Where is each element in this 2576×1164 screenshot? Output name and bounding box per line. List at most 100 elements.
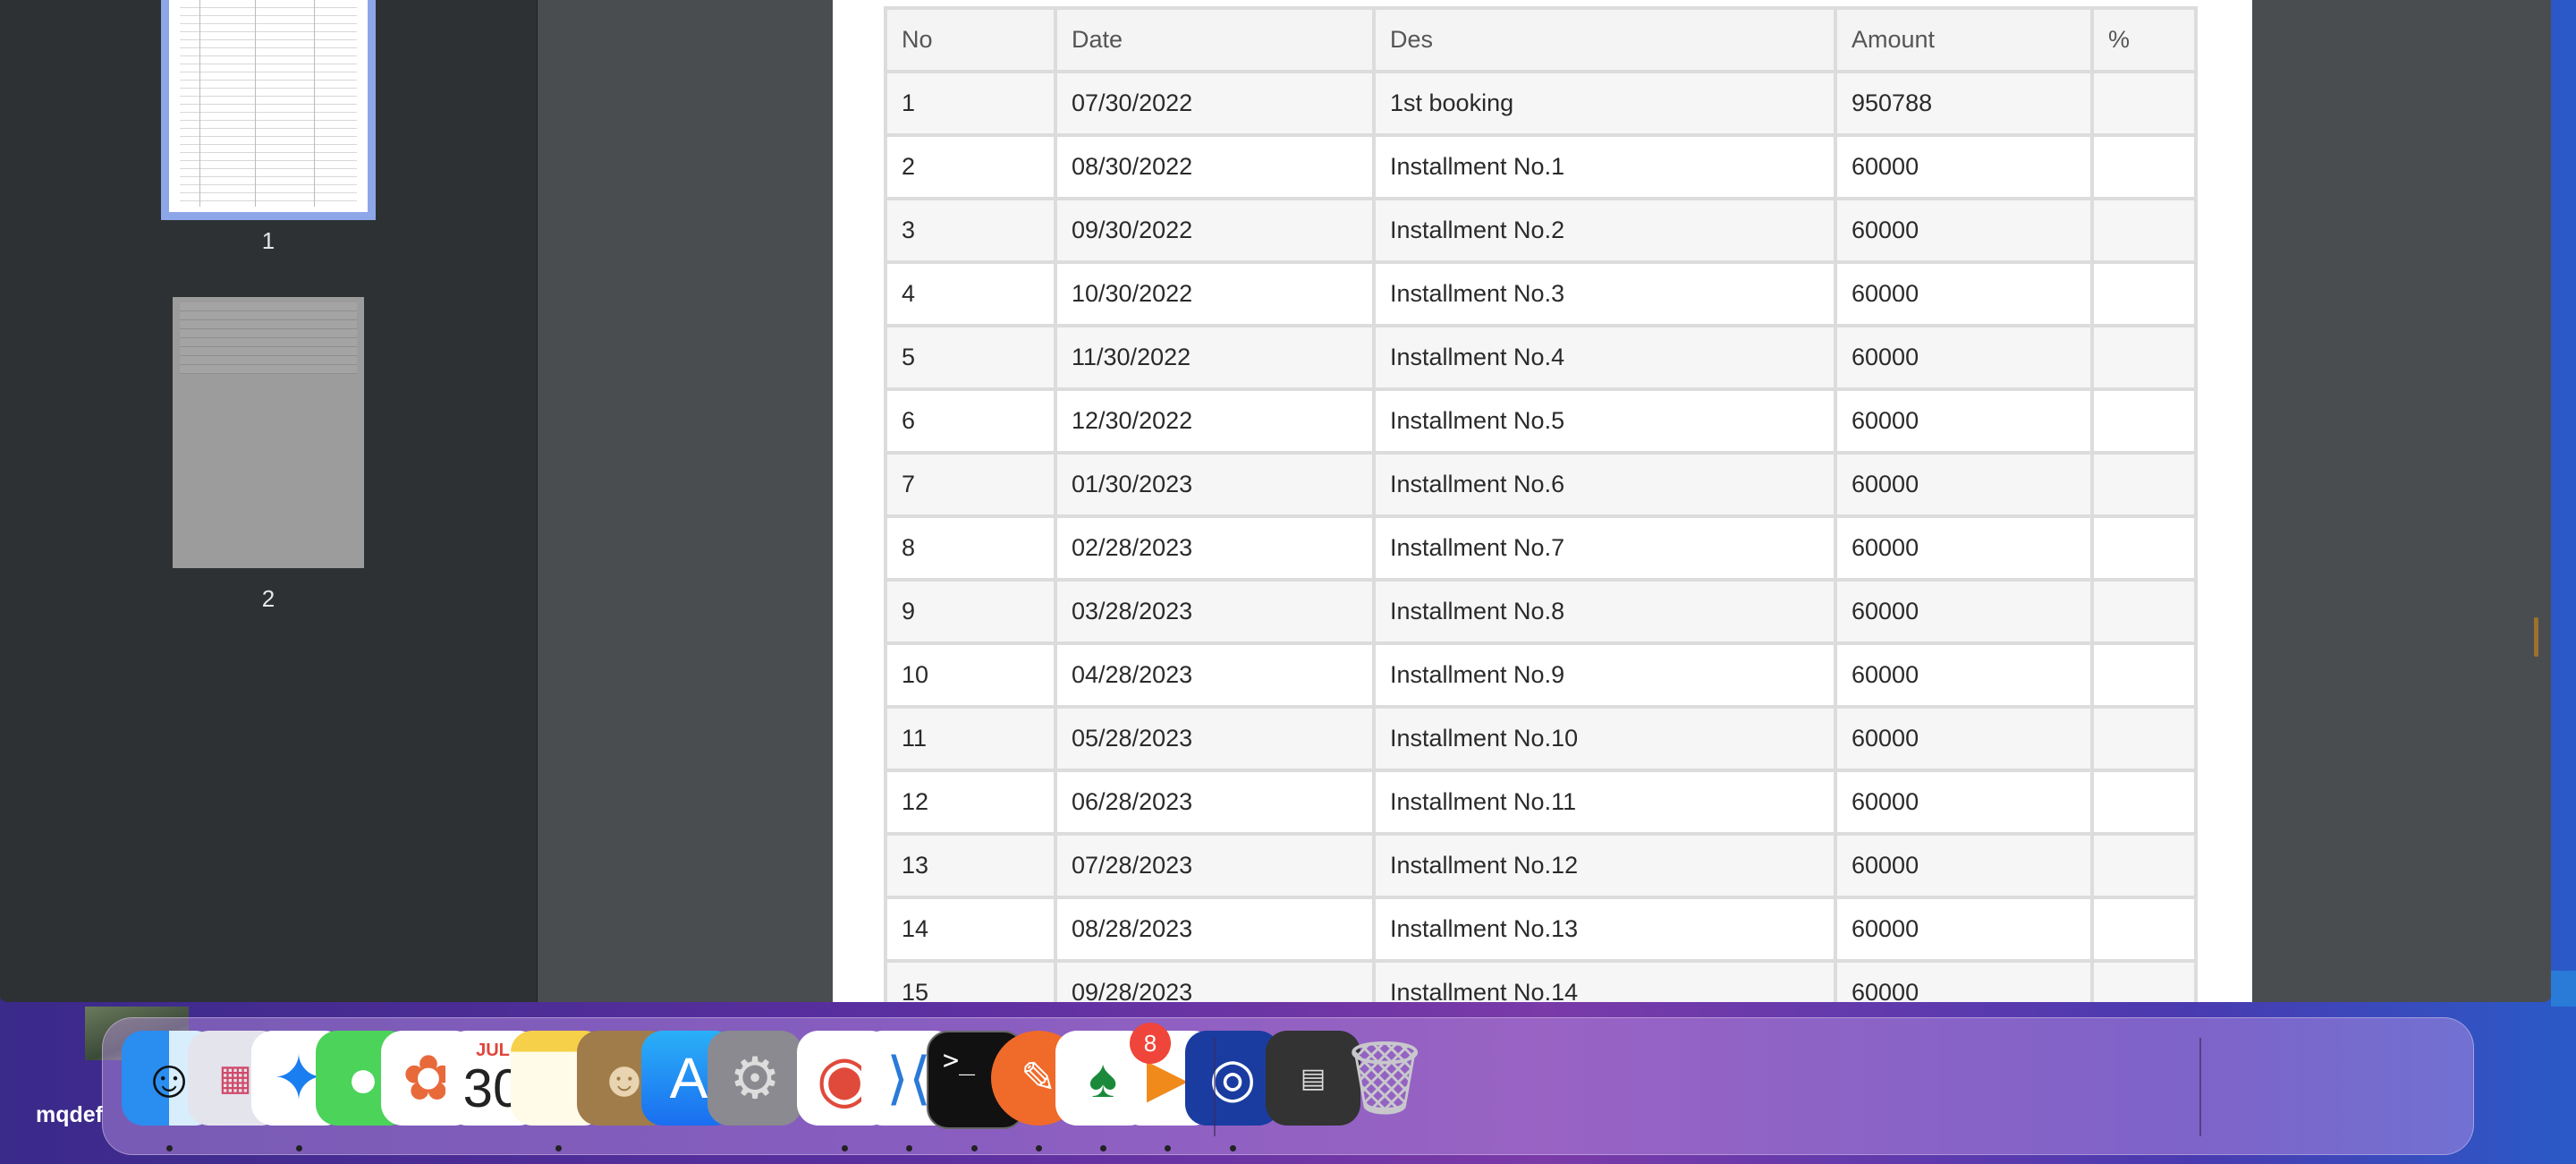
table-row: 8 02/28/2023 Installment No.7 60000 [887, 518, 2194, 578]
app-running-indicator [1036, 1145, 1042, 1151]
table-row: 14 08/28/2023 Installment No.13 60000 [887, 899, 2194, 959]
table-row: 1 07/30/2022 1st booking 950788 [887, 73, 2194, 133]
column-header-percent: % [2094, 10, 2194, 70]
app-running-indicator [971, 1145, 978, 1151]
cell-percent [2094, 836, 2194, 896]
dock-separator [2199, 1038, 2201, 1136]
cell-description: Installment No.7 [1376, 518, 1834, 578]
payment-schedule-table: No Date Des Amount % 1 07/30/2022 1st book… [884, 6, 2198, 1002]
cell-no: 9 [887, 582, 1054, 641]
cell-percent [2094, 582, 2194, 641]
cell-percent [2094, 518, 2194, 578]
cell-date: 08/30/2022 [1057, 137, 1372, 197]
table-row: 4 10/30/2022 Installment No.3 60000 [887, 264, 2194, 324]
cell-date: 12/30/2022 [1057, 391, 1372, 451]
cell-no: 10 [887, 645, 1054, 705]
app-running-indicator [842, 1145, 848, 1151]
table-row: 11 05/28/2023 Installment No.10 60000 [887, 709, 2194, 769]
page-number-label: 1 [261, 227, 275, 254]
table-row: 3 09/30/2022 Installment No.2 60000 [887, 200, 2194, 260]
document-view[interactable]: No Date Des Amount % 1 07/30/2022 1st book… [538, 0, 2551, 1002]
cell-percent [2094, 327, 2194, 387]
cell-description: Installment No.5 [1376, 391, 1834, 451]
app-store-badge: 8 [1130, 1023, 1171, 1064]
terminal-prompt: >_ [943, 1045, 976, 1076]
thumbnail-sidebar: 1 2 [0, 0, 538, 1002]
cell-amount: 60000 [1837, 327, 2090, 387]
cell-description: Installment No.11 [1376, 772, 1834, 832]
cell-no: 1 [887, 73, 1054, 133]
column-header-date: Date [1057, 10, 1372, 70]
cell-amount: 60000 [1837, 836, 2090, 896]
cell-date: 04/28/2023 [1057, 645, 1372, 705]
cell-description: Installment No.4 [1376, 327, 1834, 387]
cell-no: 7 [887, 455, 1054, 514]
column-header-des: Des [1376, 10, 1834, 70]
cell-date: 03/28/2023 [1057, 582, 1372, 641]
cell-amount: 60000 [1837, 137, 2090, 197]
table-row: 12 06/28/2023 Installment No.11 60000 [887, 772, 2194, 832]
dock: ☺ ▦ ✦ ● ✿ JUL 30 ☻ A ⚙ ◉ ⟩⟨ >_ ✎ ♠ ▶ ◎ ▤ 🗑 [102, 1017, 2474, 1155]
cell-date: 01/30/2023 [1057, 455, 1372, 514]
cell-percent [2094, 455, 2194, 514]
app-running-indicator [296, 1145, 302, 1151]
page-number-label: 2 [261, 585, 275, 612]
app-running-indicator [1165, 1145, 1171, 1151]
cell-amount: 950788 [1837, 73, 2090, 133]
cell-description: Installment No.6 [1376, 455, 1834, 514]
cell-no: 8 [887, 518, 1054, 578]
app-running-indicator [906, 1145, 912, 1151]
cell-description: 1st booking [1376, 73, 1834, 133]
cell-date: 09/28/2023 [1057, 963, 1372, 1002]
cell-amount: 60000 [1837, 200, 2090, 260]
cell-amount: 60000 [1837, 899, 2090, 959]
table-row: 6 12/30/2022 Installment No.5 60000 [887, 391, 2194, 451]
cell-date: 11/30/2022 [1057, 327, 1372, 387]
cell-no: 12 [887, 772, 1054, 832]
table-row: 9 03/28/2023 Installment No.8 60000 [887, 582, 2194, 641]
background-window-edge [2551, 971, 2576, 1007]
cell-amount: 60000 [1837, 582, 2090, 641]
table-body: 1 07/30/2022 1st booking 950788 2 08/30/2022 I… [887, 73, 2194, 1002]
cell-date: 09/30/2022 [1057, 200, 1372, 260]
scroll-indicator[interactable] [2534, 617, 2538, 657]
cell-date: 06/28/2023 [1057, 772, 1372, 832]
cell-no: 13 [887, 836, 1054, 896]
cell-description: Installment No.3 [1376, 264, 1834, 324]
cell-description: Installment No.14 [1376, 963, 1834, 1002]
page-thumbnail-2[interactable] [173, 297, 364, 568]
app-running-indicator [166, 1145, 173, 1151]
table-row: 7 01/30/2023 Installment No.6 60000 [887, 455, 2194, 514]
preview-window: 1 2 No Date Des Amount % 1 07/30/2022 1st … [0, 0, 2551, 1002]
cell-percent [2094, 709, 2194, 769]
cell-amount: 60000 [1837, 709, 2090, 769]
cell-date: 10/30/2022 [1057, 264, 1372, 324]
cell-percent [2094, 963, 2194, 1002]
cell-description: Installment No.10 [1376, 709, 1834, 769]
pdf-page: No Date Des Amount % 1 07/30/2022 1st book… [833, 0, 2252, 1002]
cell-amount: 60000 [1837, 518, 2090, 578]
cell-amount: 60000 [1837, 455, 2090, 514]
cell-no: 6 [887, 391, 1054, 451]
cell-percent [2094, 899, 2194, 959]
column-header-no: No [887, 10, 1054, 70]
cell-amount: 60000 [1837, 772, 2090, 832]
cell-date: 08/28/2023 [1057, 899, 1372, 959]
table-row: 5 11/30/2022 Installment No.4 60000 [887, 327, 2194, 387]
table-row: 2 08/30/2022 Installment No.1 60000 [887, 137, 2194, 197]
app-running-indicator [1230, 1145, 1236, 1151]
cell-description: Installment No.1 [1376, 137, 1834, 197]
system-settings-icon[interactable]: ⚙ [708, 1031, 802, 1126]
desktop-file-label[interactable]: mqdef [36, 1102, 103, 1128]
cell-no: 11 [887, 709, 1054, 769]
cell-percent [2094, 200, 2194, 260]
table-row: 15 09/28/2023 Installment No.14 60000 [887, 963, 2194, 1002]
cell-amount: 60000 [1837, 963, 2090, 1002]
page-thumbnail-1[interactable] [161, 0, 376, 220]
app-running-indicator [555, 1145, 562, 1151]
cell-description: Installment No.2 [1376, 200, 1834, 260]
trash-icon[interactable]: 🗑 [1337, 1031, 1432, 1126]
table-header-row: No Date Des Amount % [887, 10, 2194, 70]
cell-no: 15 [887, 963, 1054, 1002]
cell-percent [2094, 73, 2194, 133]
